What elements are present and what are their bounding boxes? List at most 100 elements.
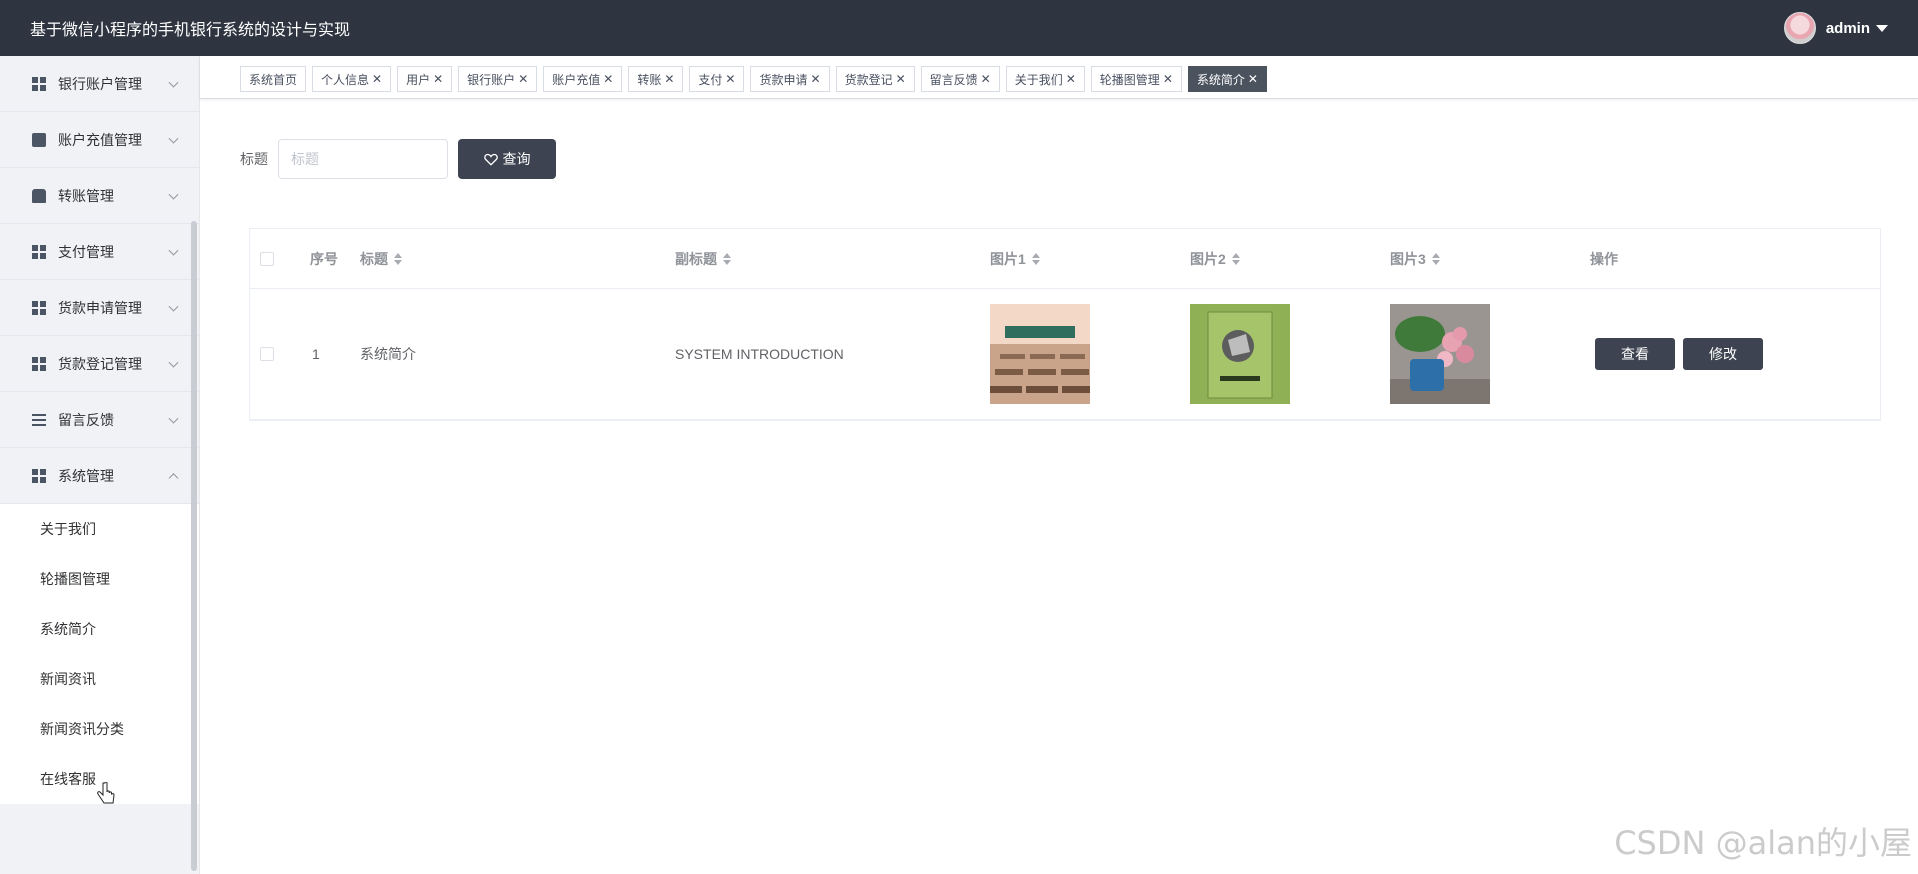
tab-payment[interactable]: 支付 ✕ xyxy=(689,66,745,92)
tab-loan-register[interactable]: 货款登记 ✕ xyxy=(835,66,915,92)
tab-home[interactable]: 系统首页 xyxy=(240,66,307,92)
sort-icon[interactable] xyxy=(1231,252,1240,265)
close-icon[interactable]: ✕ xyxy=(1066,72,1076,86)
sidebar-item-feedback[interactable]: 留言反馈 xyxy=(0,392,199,448)
tab-label: 留言反馈 xyxy=(929,72,978,87)
close-icon[interactable]: ✕ xyxy=(603,72,613,86)
data-table: 序号 标题 副标题 图片1 图片2 图片3 操作 1 系统简介 SYSTEM I… xyxy=(249,228,1881,421)
search-button-label: 查询 xyxy=(502,151,531,167)
flowers-image[interactable] xyxy=(1390,304,1490,404)
avatar[interactable] xyxy=(1783,12,1816,44)
sidebar-item-label: 留言反馈 xyxy=(58,411,114,428)
tab-label: 个人信息 xyxy=(321,72,370,87)
sidebar-item-bank-account[interactable]: 银行账户管理 xyxy=(0,56,199,112)
tab-label: 支付 xyxy=(698,72,723,87)
tab-label: 账户充值 xyxy=(552,72,601,87)
sidebar-item-loan-apply[interactable]: 货款申请管理 xyxy=(0,280,199,336)
sidebar-item-payment[interactable]: 支付管理 xyxy=(0,224,199,280)
sort-icon[interactable] xyxy=(394,252,402,265)
sort-icon[interactable] xyxy=(723,252,731,265)
user-menu[interactable]: admin xyxy=(1783,12,1888,44)
sidebar: 银行账户管理 账户充值管理 转账管理 支付管理 货款申请管理 货款登记管理 留言… xyxy=(0,56,200,874)
close-icon[interactable]: ✕ xyxy=(811,72,821,86)
cell-actions: 查看 修改 xyxy=(1595,338,1771,370)
grid-icon xyxy=(32,244,46,259)
tab-profile[interactable]: 个人信息 ✕ xyxy=(312,66,392,92)
header-label: 副标题 xyxy=(675,250,717,267)
list-icon xyxy=(32,413,46,426)
table-row: 1 系统简介 SYSTEM INTRODUCTION 查看 修改 xyxy=(250,289,1880,420)
header-label: 标题 xyxy=(360,250,388,267)
caret-down-icon[interactable] xyxy=(1876,24,1888,32)
row-checkbox[interactable] xyxy=(260,347,274,361)
table-header: 序号 标题 副标题 图片1 图片2 图片3 操作 xyxy=(250,229,1880,289)
close-icon[interactable]: ✕ xyxy=(664,72,674,86)
cell-pic1[interactable] xyxy=(990,304,1090,404)
tab-recharge[interactable]: 账户充值 ✕ xyxy=(543,66,623,92)
submenu-item-intro[interactable]: 系统简介 xyxy=(0,604,199,654)
header-label: 图片1 xyxy=(990,250,1026,267)
header-title[interactable]: 标题 xyxy=(360,249,402,269)
chevron-up-icon xyxy=(168,472,179,483)
tab-label: 银行账户 xyxy=(467,72,516,87)
tab-system-intro[interactable]: 系统简介 ✕ xyxy=(1187,66,1267,92)
close-icon[interactable]: ✕ xyxy=(372,72,382,86)
app-title: 基于微信小程序的手机银行系统的设计与实现 xyxy=(30,22,351,39)
header-label: 图片3 xyxy=(1390,250,1426,267)
grid-icon xyxy=(32,468,46,483)
sidebar-scrollbar[interactable] xyxy=(191,221,197,871)
sidebar-item-transfer[interactable]: 转账管理 xyxy=(0,168,199,224)
header-label: 图片2 xyxy=(1190,250,1226,267)
close-icon[interactable]: ✕ xyxy=(1248,72,1258,86)
chevron-down-icon xyxy=(168,133,179,144)
tab-feedback[interactable]: 留言反馈 ✕ xyxy=(920,66,1000,92)
tab-loan-apply[interactable]: 货款申请 ✕ xyxy=(750,66,830,92)
tab-carousel[interactable]: 轮播图管理 ✕ xyxy=(1090,66,1182,92)
chevron-down-icon xyxy=(168,77,179,88)
submenu-item-news-category[interactable]: 新闻资讯分类 xyxy=(0,704,199,754)
classroom-image[interactable] xyxy=(990,304,1090,404)
header-subtitle[interactable]: 副标题 xyxy=(675,249,731,269)
sidebar-item-recharge[interactable]: 账户充值管理 xyxy=(0,112,199,168)
submenu-item-news[interactable]: 新闻资讯 xyxy=(0,654,199,704)
close-icon[interactable]: ✕ xyxy=(725,72,735,86)
tab-transfer[interactable]: 转账 ✕ xyxy=(628,66,684,92)
tab-users[interactable]: 用户 ✕ xyxy=(397,66,453,92)
tab-bar: 系统首页 个人信息 ✕ 用户 ✕ 银行账户 ✕ 账户充值 ✕ 转账 ✕ 支付 ✕ 货款申请 ✕… xyxy=(200,56,1918,99)
username[interactable]: admin xyxy=(1826,20,1870,37)
header-pic1[interactable]: 图片1 xyxy=(990,249,1040,269)
tab-label: 货款申请 xyxy=(759,72,808,87)
close-icon[interactable]: ✕ xyxy=(433,72,443,86)
sort-icon[interactable] xyxy=(1431,252,1440,265)
sidebar-item-system[interactable]: 系统管理 xyxy=(0,448,199,504)
search-button[interactable]: 查询 xyxy=(458,139,556,179)
title-search-input[interactable] xyxy=(278,139,448,179)
tab-bank-account[interactable]: 银行账户 ✕ xyxy=(458,66,538,92)
sidebar-item-label: 银行账户管理 xyxy=(58,75,142,92)
tab-about[interactable]: 关于我们 ✕ xyxy=(1005,66,1085,92)
close-icon[interactable]: ✕ xyxy=(896,72,906,86)
header-pic2[interactable]: 图片2 xyxy=(1190,249,1240,269)
sidebar-item-loan-register[interactable]: 货款登记管理 xyxy=(0,336,199,392)
book-cover-image[interactable] xyxy=(1190,304,1290,404)
submenu-item-carousel[interactable]: 轮播图管理 xyxy=(0,554,199,604)
chevron-down-icon xyxy=(168,413,179,424)
edit-button[interactable]: 修改 xyxy=(1683,338,1763,370)
top-bar: 基于微信小程序的手机银行系统的设计与实现 admin xyxy=(0,0,1918,56)
cell-subtitle: SYSTEM INTRODUCTION xyxy=(675,346,844,362)
close-icon[interactable]: ✕ xyxy=(1163,72,1173,86)
cell-pic3[interactable] xyxy=(1390,304,1490,404)
close-icon[interactable]: ✕ xyxy=(518,72,528,86)
header-pic3[interactable]: 图片3 xyxy=(1390,249,1440,269)
close-icon[interactable]: ✕ xyxy=(981,72,991,86)
sort-icon[interactable] xyxy=(1031,252,1040,265)
view-button[interactable]: 查看 xyxy=(1595,338,1675,370)
submenu-item-about[interactable]: 关于我们 xyxy=(0,504,199,554)
chevron-down-icon xyxy=(168,301,179,312)
bus-icon xyxy=(32,188,46,203)
cell-pic2[interactable] xyxy=(1190,304,1290,404)
tab-label: 轮播图管理 xyxy=(1099,72,1160,87)
sidebar-item-label: 系统管理 xyxy=(58,467,114,484)
cell-index: 1 xyxy=(312,346,320,362)
select-all-checkbox[interactable] xyxy=(260,251,274,266)
